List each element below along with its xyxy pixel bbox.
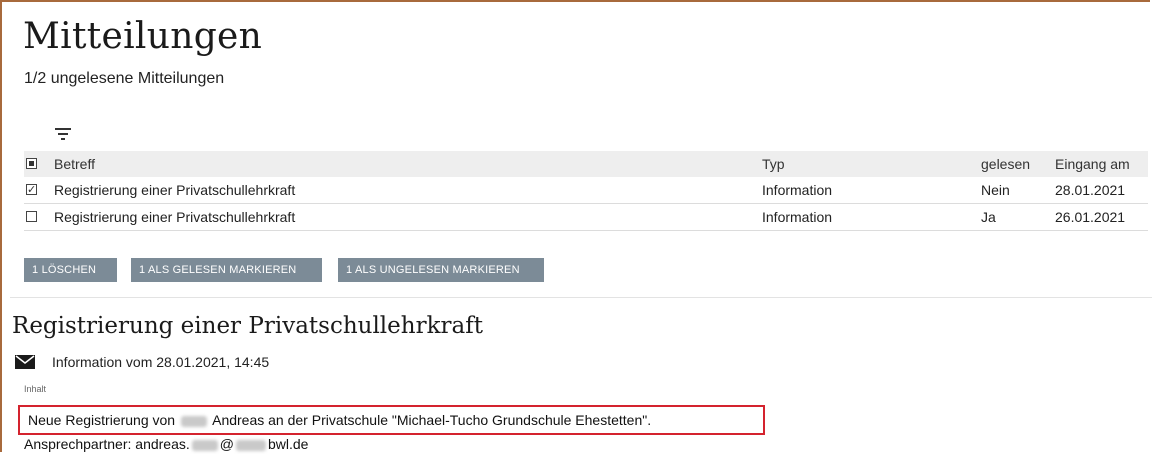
content-line1-prefix: Neue Registrierung von — [28, 412, 176, 428]
column-header-date[interactable]: Eingang am — [1055, 151, 1130, 177]
row-date: 26.01.2021 — [1055, 209, 1126, 225]
redacted-email-user — [191, 439, 218, 451]
message-content-line2: Ansprechpartner: andreas. @ bwl.de — [24, 436, 308, 452]
filter-icon[interactable] — [54, 126, 74, 142]
mark-read-button[interactable]: 1 ALS GELESEN MARKIEREN — [131, 258, 322, 282]
content-line1-suffix: Andreas an der Privatschule "Michael-Tuc… — [212, 412, 652, 428]
row-type: Information — [762, 209, 833, 225]
unread-count: 1/2 ungelesene Mitteilungen — [24, 70, 225, 87]
row-checkbox[interactable] — [26, 211, 37, 222]
row-read: Nein — [981, 182, 1010, 198]
select-all-checkbox[interactable] — [26, 158, 37, 169]
row-type: Information — [762, 182, 833, 198]
table-row[interactable]: ✓ Registrierung einer Privatschullehrkra… — [24, 177, 1148, 204]
column-header-type[interactable]: Typ — [762, 151, 785, 177]
message-title: Registrierung einer Privatschullehrkraft — [12, 313, 483, 339]
section-divider — [10, 297, 1152, 298]
row-read: Ja — [981, 209, 996, 225]
mark-unread-button[interactable]: 1 ALS UNGELESEN MARKIEREN — [338, 258, 544, 282]
delete-button[interactable]: 1 LÖSCHEN — [24, 258, 117, 282]
message-meta: Information vom 28.01.2021, 14:45 — [52, 354, 270, 370]
content-line2-suffix: bwl.de — [267, 436, 309, 452]
content-line2-prefix: Ansprechpartner: andreas. — [24, 436, 190, 452]
messages-table: Betreff Typ gelesen Eingang am ✓ Registr… — [24, 151, 1148, 231]
column-header-subject[interactable]: Betreff — [54, 151, 95, 177]
message-content-line1: Neue Registrierung von Andreas an der Pr… — [28, 412, 651, 428]
row-date: 28.01.2021 — [1055, 182, 1126, 198]
column-header-read[interactable]: gelesen — [981, 151, 1030, 177]
content-label: Inhalt — [24, 384, 47, 394]
table-header: Betreff Typ gelesen Eingang am — [24, 151, 1148, 177]
row-checkbox-checked[interactable]: ✓ — [26, 184, 37, 196]
table-row[interactable]: Registrierung einer Privatschullehrkraft… — [24, 204, 1148, 231]
row-subject[interactable]: Registrierung einer Privatschullehrkraft — [54, 204, 295, 230]
redacted-name — [180, 415, 207, 427]
page-title: Mitteilungen — [23, 16, 263, 57]
redacted-email-domain — [235, 439, 266, 451]
envelope-icon — [15, 355, 35, 369]
content-line2-at: @ — [219, 436, 234, 452]
row-subject[interactable]: Registrierung einer Privatschullehrkraft — [54, 177, 295, 203]
